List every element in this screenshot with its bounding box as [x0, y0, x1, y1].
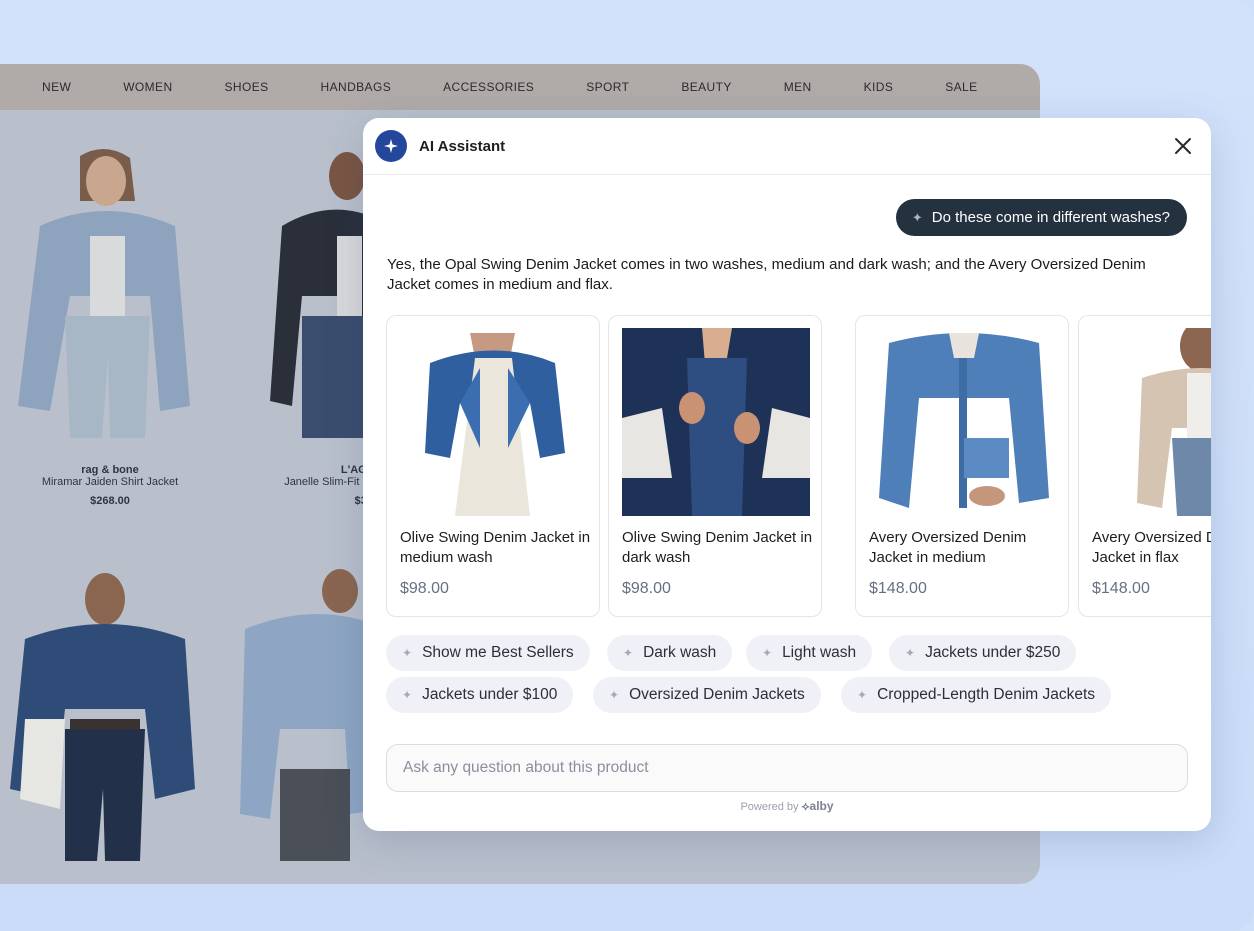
- alby-brand-text: alby: [809, 799, 834, 813]
- product-image[interactable]: [5, 569, 200, 861]
- sparkle-icon: ✦: [762, 646, 773, 660]
- product-image: [1092, 328, 1211, 516]
- product-title: Olive Swing Denim Jacket in medium wash: [400, 529, 591, 566]
- question-input-box[interactable]: [386, 744, 1188, 792]
- question-input[interactable]: [403, 759, 1171, 777]
- product-name[interactable]: Miramar Jaiden Shirt Jacket: [0, 476, 220, 488]
- nav-accessories[interactable]: ACCESSORIES: [443, 80, 534, 94]
- suggestion-chip[interactable]: ✦ Jackets under $250: [889, 635, 1077, 671]
- nav-new[interactable]: NEW: [42, 80, 71, 94]
- product-card[interactable]: Avery Oversized Denim Jacket in medium $…: [855, 315, 1069, 617]
- close-button[interactable]: [1173, 136, 1193, 156]
- product-image: [622, 328, 810, 516]
- sparkle-icon: ✦: [402, 688, 413, 702]
- suggestion-chip[interactable]: ✦ Light wash: [746, 635, 873, 671]
- chip-label: Show me Best Sellers: [422, 644, 574, 661]
- powered-by-label: Powered by: [740, 801, 799, 813]
- assistant-title: AI Assistant: [419, 137, 506, 155]
- suggestion-chip[interactable]: ✦ Dark wash: [607, 635, 733, 671]
- ai-assistant-panel: AI Assistant ✦ Do these come in differen…: [363, 118, 1211, 831]
- product-title: Olive Swing Denim Jacket in dark wash: [622, 529, 813, 566]
- store-nav: NEW WOMEN SHOES HANDBAGS ACCESSORIES SPO…: [0, 64, 1040, 110]
- chip-label: Oversized Denim Jackets: [629, 686, 805, 703]
- sparkle-icon: ✦: [911, 209, 923, 225]
- nav-sport[interactable]: SPORT: [586, 80, 629, 94]
- suggestion-chip[interactable]: ✦ Jackets under $100: [386, 677, 574, 713]
- nav-women[interactable]: WOMEN: [123, 80, 172, 94]
- product-image[interactable]: [10, 146, 200, 438]
- sparkle-icon: ✦: [857, 688, 868, 702]
- suggestion-chip[interactable]: ✦ Show me Best Sellers: [386, 635, 590, 671]
- product-title: Avery Oversized Denim Jacket in medium: [869, 529, 1027, 566]
- nav-shoes[interactable]: SHOES: [225, 80, 269, 94]
- user-message: ✦ Do these come in different washes?: [895, 199, 1187, 236]
- alby-logo[interactable]: ⟡alby: [802, 799, 834, 813]
- nav-men[interactable]: MEN: [784, 80, 812, 94]
- product-image: [869, 328, 1057, 516]
- suggestion-chip[interactable]: ✦ Oversized Denim Jackets: [593, 677, 821, 713]
- user-message-text: Do these come in different washes?: [931, 209, 1170, 226]
- assistant-header: AI Assistant: [363, 118, 1211, 175]
- product-title: Avery Oversized Denim Jacket in flax: [1092, 529, 1211, 566]
- product-image: [400, 328, 588, 516]
- chip-label: Light wash: [782, 644, 857, 661]
- assistant-message: Yes, the Opal Swing Denim Jacket comes i…: [387, 256, 1146, 293]
- product-price: $268.00: [90, 495, 130, 507]
- chip-label: Jackets under $250: [925, 644, 1061, 661]
- sparkle-icon: ✦: [402, 646, 413, 660]
- sparkle-icon: [375, 130, 407, 162]
- chip-label: Dark wash: [643, 644, 717, 661]
- sparkle-icon: ✦: [623, 646, 634, 660]
- nav-kids[interactable]: KIDS: [864, 80, 894, 94]
- sparkle-icon: ✦: [905, 646, 916, 660]
- product-price: $148.00: [1092, 580, 1150, 597]
- nav-sale[interactable]: SALE: [945, 80, 977, 94]
- nav-beauty[interactable]: BEAUTY: [681, 80, 731, 94]
- close-icon: [1175, 138, 1191, 154]
- nav-handbags[interactable]: HANDBAGS: [321, 80, 392, 94]
- product-carousel: Olive Swing Denim Jacket in medium wash …: [386, 315, 1211, 619]
- product-brand: rag & bone: [81, 464, 139, 476]
- powered-by: Powered by ⟡alby: [363, 799, 1211, 814]
- sparkle-icon: ✦: [609, 688, 620, 702]
- chip-label: Cropped-Length Denim Jackets: [877, 686, 1096, 703]
- product-price: $98.00: [622, 580, 671, 597]
- product-price: $98.00: [400, 580, 449, 597]
- product-price: $148.00: [869, 580, 927, 597]
- suggestion-chip[interactable]: ✦ Cropped-Length Denim Jackets: [841, 677, 1112, 713]
- product-card[interactable]: Olive Swing Denim Jacket in dark wash $9…: [608, 315, 822, 617]
- product-card[interactable]: Olive Swing Denim Jacket in medium wash …: [386, 315, 600, 617]
- chip-label: Jackets under $100: [422, 686, 558, 703]
- product-caption: rag & bone Miramar Jaiden Shirt Jacket $…: [0, 464, 220, 507]
- product-card[interactable]: Avery Oversized Denim Jacket in flax $14…: [1078, 315, 1211, 617]
